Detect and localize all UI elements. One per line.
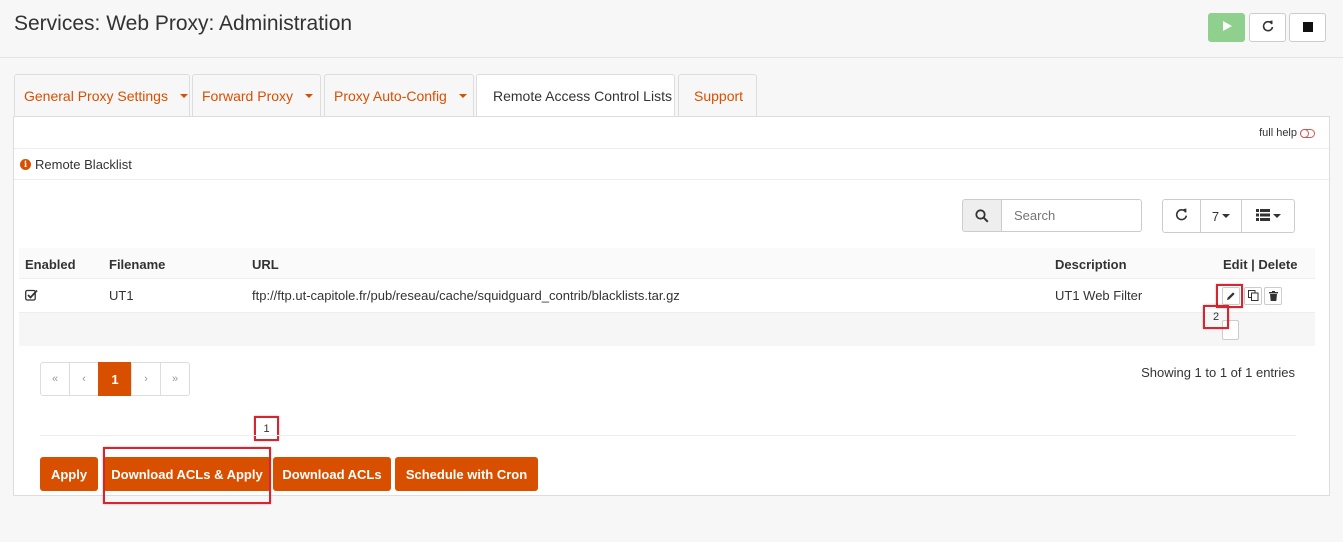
annotation-marker-2: 2 <box>1203 305 1229 329</box>
info-icon[interactable]: i <box>20 158 31 170</box>
tab-label: General Proxy Settings <box>24 87 168 104</box>
column-selector-dropdown[interactable] <box>1242 199 1295 233</box>
tab-forward-proxy[interactable]: Forward Proxy <box>192 74 321 116</box>
row-url: ftp://ftp.ut-capitole.fr/pub/reseau/cach… <box>252 288 680 303</box>
table-footer-row: 2 <box>19 305 1315 346</box>
tab-label: Proxy Auto-Config <box>334 87 447 104</box>
stop-service-button[interactable] <box>1289 13 1326 42</box>
start-service-button[interactable] <box>1208 13 1245 42</box>
chevron-down-icon <box>1222 214 1231 218</box>
checkbox-checked-icon[interactable] <box>25 289 38 304</box>
delete-button[interactable] <box>1264 287 1282 305</box>
apply-button[interactable]: Apply <box>40 457 98 491</box>
entries-info: Showing 1 to 1 of 1 entries <box>1141 365 1295 380</box>
stop-icon <box>1302 19 1313 37</box>
row-filename: UT1 <box>109 288 134 303</box>
chevron-down-icon <box>179 93 188 98</box>
tab-label: Forward Proxy <box>202 87 294 104</box>
column-description[interactable]: Description <box>1055 257 1127 272</box>
tab-support[interactable]: Support <box>678 74 757 116</box>
search-group <box>962 199 1142 232</box>
full-help-toggle[interactable]: full help <box>1259 127 1315 139</box>
column-url[interactable]: URL <box>252 257 279 272</box>
rows-per-page-dropdown[interactable]: 7 <box>1201 199 1242 233</box>
divider <box>40 435 1296 436</box>
tab-remote-access-control-lists[interactable]: Remote Access Control Lists <box>476 74 675 117</box>
refresh-grid-button[interactable] <box>1162 199 1201 233</box>
schedule-with-cron-button[interactable]: Schedule with Cron <box>395 457 538 491</box>
pagination-last[interactable]: » <box>160 362 190 396</box>
download-acls-button[interactable]: Download ACLs <box>273 457 391 491</box>
table-header: Enabled Filename URL Description Edit | … <box>19 248 1315 279</box>
restart-service-button[interactable] <box>1249 13 1286 42</box>
chevron-down-icon <box>458 93 467 98</box>
tab-general-proxy-settings[interactable]: General Proxy Settings <box>14 74 190 116</box>
tab-label: Remote Access Control Lists <box>493 88 672 104</box>
pagination-first[interactable]: « <box>40 362 70 396</box>
blacklist-table: Enabled Filename URL Description Edit | … <box>19 248 1315 346</box>
full-help-label: full help <box>1259 127 1297 139</box>
page-header: Services: Web Proxy: Administration <box>0 0 1343 58</box>
chevron-down-icon <box>305 93 314 98</box>
copy-button[interactable] <box>1244 287 1262 305</box>
list-icon <box>1255 208 1270 224</box>
content-panel: full help i Remote Blacklist 7 <box>13 116 1330 504</box>
column-edit-delete: Edit | Delete <box>1223 257 1298 272</box>
copy-icon <box>1247 289 1259 304</box>
annotation-highlight-download-apply <box>103 447 271 504</box>
section-header: i Remote Blacklist <box>14 148 1329 180</box>
tab-proxy-auto-config[interactable]: Proxy Auto-Config <box>324 74 474 116</box>
section-title: Remote Blacklist <box>35 156 132 172</box>
table-row[interactable]: UT1 ftp://ftp.ut-capitole.fr/pub/reseau/… <box>19 279 1315 313</box>
column-enabled[interactable]: Enabled <box>25 257 76 272</box>
row-description: UT1 Web Filter <box>1055 288 1143 303</box>
annotation-marker-1: 1 <box>254 416 279 441</box>
rows-per-page-value: 7 <box>1211 208 1220 224</box>
toggle-off-icon <box>1300 128 1315 138</box>
grid-toolbar: 7 <box>1162 199 1295 233</box>
pagination-page-1[interactable]: 1 <box>98 362 132 396</box>
refresh-icon <box>1262 19 1274 37</box>
play-icon <box>1221 19 1233 37</box>
refresh-icon <box>1175 208 1188 224</box>
chevron-down-icon <box>1272 214 1281 218</box>
column-filename[interactable]: Filename <box>109 257 165 272</box>
pagination: « ‹ 1 › » <box>40 362 190 396</box>
search-icon <box>962 199 1002 232</box>
page-title: Services: Web Proxy: Administration <box>14 12 353 35</box>
tab-label: Support <box>694 87 744 104</box>
pagination-prev[interactable]: ‹ <box>69 362 99 396</box>
search-input[interactable] <box>1002 199 1142 232</box>
pagination-next[interactable]: › <box>131 362 161 396</box>
trash-icon <box>1268 289 1278 304</box>
